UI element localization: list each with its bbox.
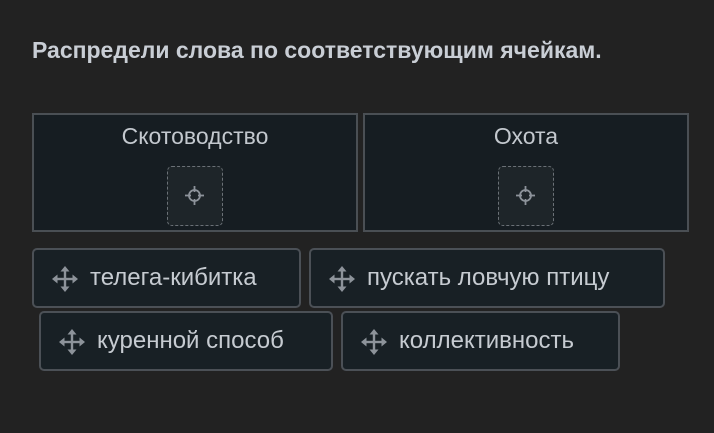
drop-cell-hunting[interactable]: Охота <box>363 113 689 232</box>
drop-cell-livestock[interactable]: Скотоводство <box>32 113 358 232</box>
draggable-word-chip[interactable]: телега-кибитка <box>32 248 301 308</box>
draggable-word-chip[interactable]: пускать ловчую птицу <box>309 248 665 308</box>
draggable-word-chip[interactable]: коллективность <box>341 311 620 371</box>
chip-label: пускать ловчую птицу <box>367 264 610 291</box>
task-instruction: Распредели слова по соответствующим ячей… <box>32 37 602 63</box>
drag-move-icon <box>361 329 387 355</box>
drop-slot[interactable] <box>167 166 223 226</box>
move-target-icon <box>516 186 535 205</box>
draggable-word-chip[interactable]: куренной способ <box>39 311 333 371</box>
drop-slot[interactable] <box>498 166 554 226</box>
drag-move-icon <box>329 266 355 292</box>
chip-label: телега-кибитка <box>90 264 257 291</box>
move-target-icon <box>185 186 204 205</box>
chip-label: куренной способ <box>97 327 284 354</box>
drop-cell-label: Охота <box>493 123 559 149</box>
chip-label: коллективность <box>399 327 574 354</box>
drag-move-icon <box>59 329 85 355</box>
drag-move-icon <box>52 266 78 292</box>
drop-cell-label: Скотоводство <box>121 123 269 149</box>
